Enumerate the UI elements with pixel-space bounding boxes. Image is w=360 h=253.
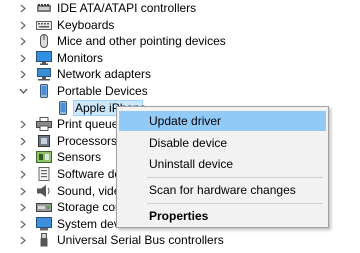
chevron-right-icon[interactable] (17, 0, 29, 17)
chevron-right-icon[interactable] (17, 149, 29, 166)
sensor-icon (36, 150, 52, 164)
chevron-right-icon[interactable] (17, 133, 29, 150)
portable-device-icon (36, 83, 52, 98)
tree-item-label: Portable Devices (57, 83, 148, 98)
tree-item-keyboards[interactable]: Keyboards (0, 17, 360, 34)
phone-icon (55, 100, 71, 115)
software-device-icon (36, 166, 52, 181)
chevron-right-icon[interactable] (17, 199, 29, 216)
tree-item-network-adapters[interactable]: Network adapters (0, 66, 360, 83)
tree-item-label: Processors (57, 133, 118, 148)
menu-item-update-driver[interactable]: Update driver (119, 111, 326, 131)
chevron-right-icon[interactable] (17, 17, 29, 34)
chevron-right-icon[interactable] (17, 166, 29, 183)
network-adapter-icon (36, 67, 52, 81)
monitor-icon (36, 50, 52, 65)
chevron-down-icon[interactable] (17, 83, 29, 100)
tree-item-label: Monitors (57, 50, 104, 65)
tree-item-ide-controllers[interactable]: IDE ATA/ATAPI controllers (0, 0, 360, 17)
menu-item-scan-hardware[interactable]: Scan for hardware changes (119, 180, 326, 200)
tree-item-label: Sensors (57, 150, 102, 165)
menu-item-disable-device[interactable]: Disable device (119, 133, 326, 153)
storage-controller-icon (36, 200, 52, 214)
menu-item-uninstall-device[interactable]: Uninstall device (119, 154, 326, 174)
context-menu: Update driver Disable device Uninstall d… (116, 106, 329, 228)
tree-item-usb-controllers[interactable]: Universal Serial Bus controllers (0, 232, 360, 249)
tree-item-label: Mice and other pointing devices (57, 34, 226, 49)
chevron-right-icon[interactable] (17, 216, 29, 233)
tree-item-monitors[interactable]: Monitors (0, 50, 360, 67)
printer-icon (36, 117, 52, 132)
tree-item-label: Keyboards (57, 17, 115, 32)
system-device-icon (36, 216, 52, 231)
speaker-icon (36, 184, 52, 198)
menu-separator (147, 177, 323, 178)
chevron-right-icon[interactable] (17, 50, 29, 67)
menu-item-properties[interactable]: Properties (119, 206, 326, 226)
chevron-right-icon[interactable] (17, 33, 29, 50)
tree-item-label: IDE ATA/ATAPI controllers (57, 1, 197, 15)
chevron-right-icon[interactable] (17, 183, 29, 200)
tree-item-label: Universal Serial Bus controllers (57, 233, 224, 248)
mouse-icon (36, 34, 52, 49)
processor-icon (36, 134, 52, 148)
chevron-right-icon[interactable] (17, 66, 29, 83)
tree-item-mice[interactable]: Mice and other pointing devices (0, 33, 360, 50)
tree-item-label: Storage cont (57, 200, 126, 215)
chevron-right-icon[interactable] (17, 116, 29, 133)
tree-item-label: Network adapters (57, 67, 152, 82)
menu-separator (147, 203, 323, 204)
usb-icon (36, 233, 52, 247)
ide-controller-icon (36, 1, 52, 15)
chevron-right-icon[interactable] (17, 232, 29, 249)
tree-item-portable-devices[interactable]: Portable Devices (0, 83, 360, 100)
tree-item-label: Print queues (57, 117, 125, 132)
keyboard-icon (36, 18, 52, 32)
